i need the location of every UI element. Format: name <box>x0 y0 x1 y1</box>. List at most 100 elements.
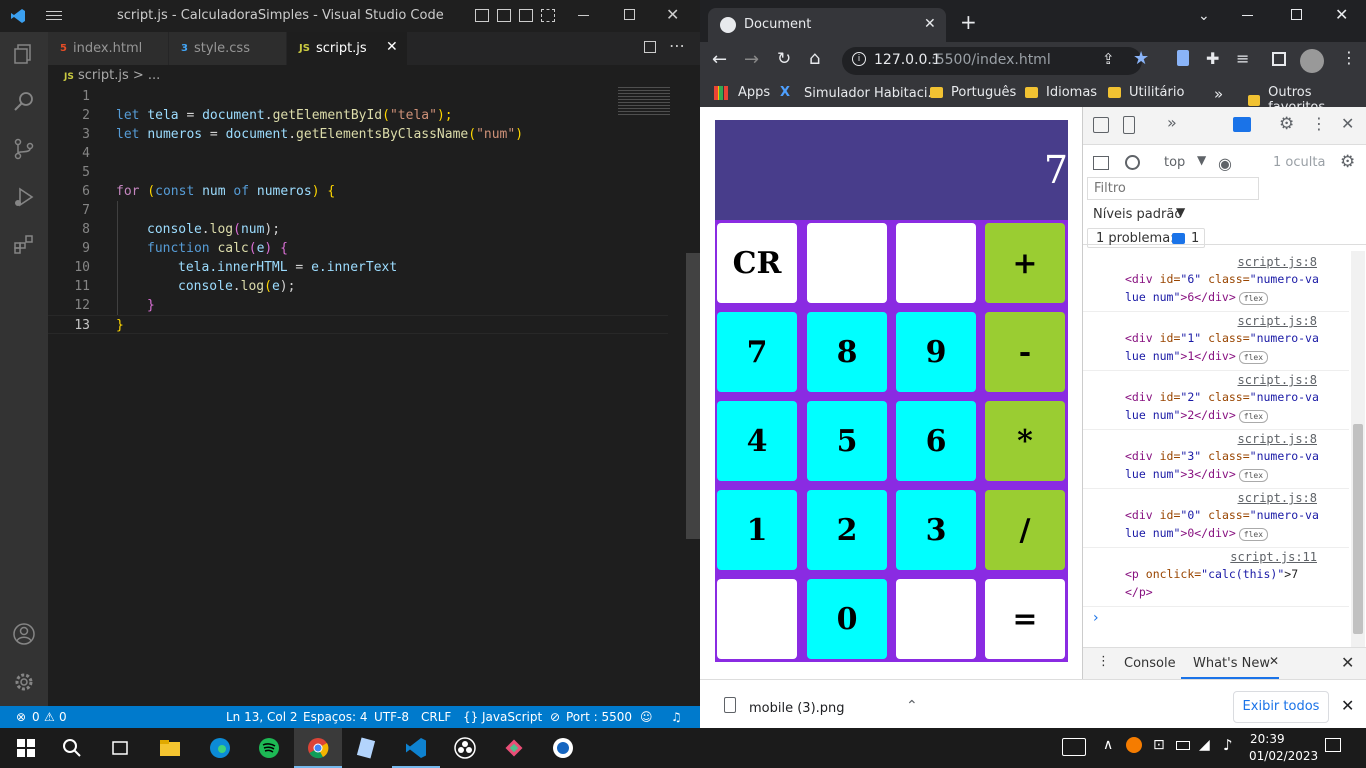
calc-key[interactable]: CR <box>717 223 797 303</box>
errors-count[interactable]: 0 <box>32 710 40 724</box>
console-log-entry[interactable]: script.js:8 <div id="2" class="numero-va l… <box>1083 371 1349 430</box>
media-control-icon[interactable]: ≡ <box>1236 49 1249 68</box>
calc-key[interactable]: 0 <box>807 579 887 659</box>
search-icon[interactable] <box>60 736 84 760</box>
code-editor[interactable]: 1 2 let tela = document.getElementById("t… <box>48 87 684 706</box>
breadcrumb-file[interactable]: script.js <box>78 68 129 83</box>
customize-layout-icon[interactable] <box>541 9 555 22</box>
tray-device-icon[interactable]: ⊡ <box>1153 737 1165 753</box>
close-drawer-icon[interactable]: ✕ <box>1341 653 1354 672</box>
devtools-settings-icon[interactable]: ⚙ <box>1279 114 1294 134</box>
more-tabs-icon[interactable]: » <box>1167 113 1177 132</box>
console-scrollbar-track[interactable] <box>1351 251 1365 647</box>
chrome-taskbar-button[interactable] <box>294 728 342 768</box>
volume-icon[interactable]: ♪ <box>1223 736 1233 754</box>
calc-key[interactable] <box>896 579 976 659</box>
flex-badge[interactable]: flex <box>1238 410 1269 423</box>
reload-icon[interactable]: ↻ <box>777 49 791 69</box>
source-link[interactable]: script.js:8 <box>1238 432 1317 446</box>
code-line-1[interactable]: 1 <box>48 87 668 106</box>
bookmark-star-icon[interactable]: ★ <box>1133 48 1149 69</box>
search-icon[interactable] <box>12 89 36 113</box>
accounts-icon[interactable] <box>12 622 36 646</box>
calc-key[interactable] <box>896 223 976 303</box>
calc-key[interactable]: 4 <box>717 401 797 481</box>
code-line-7[interactable]: 7 <box>48 201 668 220</box>
issues-chat-icon[interactable] <box>1233 117 1251 132</box>
maximize-icon[interactable] <box>1291 9 1302 20</box>
context-selector[interactable]: top <box>1164 155 1185 170</box>
tab-style-css[interactable]: 3 style.css <box>169 32 286 65</box>
calc-key[interactable]: 8 <box>807 312 887 392</box>
bookmark-apps[interactable]: Apps <box>714 85 770 100</box>
explorer-icon[interactable] <box>12 42 36 66</box>
live-server-port[interactable]: Port : 5500 <box>566 710 632 724</box>
split-editor-icon[interactable] <box>644 41 656 53</box>
code-line-4[interactable]: 4 <box>48 144 668 163</box>
toggle-secondary-sidebar-icon[interactable] <box>519 9 533 22</box>
new-tab-icon[interactable]: + <box>960 12 977 32</box>
calc-key[interactable]: 2 <box>807 490 887 570</box>
source-control-icon[interactable] <box>12 137 36 161</box>
code-line-3[interactable]: 3 let numeros = document.getElementsByCla… <box>48 125 668 144</box>
gitkraken-icon[interactable] <box>502 736 526 760</box>
console-log-entry[interactable]: script.js:11 <p onclick="calc(this)">7 </p… <box>1083 548 1349 607</box>
notifications-bell-icon[interactable]: ♫ <box>671 710 682 724</box>
calc-key[interactable]: 3 <box>896 490 976 570</box>
console-log-entry[interactable]: script.js:8 <div id="6" class="numero-va l… <box>1083 253 1349 312</box>
device-toolbar-icon[interactable] <box>1123 116 1135 134</box>
share-icon[interactable]: ⇪ <box>1102 50 1115 68</box>
editor-scrollbar[interactable] <box>686 253 700 539</box>
source-link[interactable]: script.js:8 <box>1238 255 1317 269</box>
code-line-2[interactable]: 2 let tela = document.getElementById("tel… <box>48 106 668 125</box>
source-link[interactable]: script.js:8 <box>1238 373 1317 387</box>
calc-key[interactable] <box>807 223 887 303</box>
close-window-icon[interactable]: ✕ <box>1335 5 1348 24</box>
back-icon[interactable]: ← <box>712 49 727 70</box>
toggle-sidebar-icon[interactable] <box>475 9 489 22</box>
close-tab-icon[interactable]: ✕ <box>1269 654 1279 668</box>
devtools-menu-icon[interactable]: ⋮ <box>1311 114 1327 133</box>
obs-icon[interactable] <box>453 736 477 760</box>
code-line-13[interactable]: 13} <box>48 315 668 334</box>
bookmark-folder-portugues[interactable]: Português <box>930 85 1016 100</box>
maximize-icon[interactable] <box>624 9 635 20</box>
flex-badge[interactable]: flex <box>1238 351 1269 364</box>
browser-tab[interactable]: Document ✕ <box>708 8 946 42</box>
code-line-5[interactable]: 5 <box>48 163 668 182</box>
inspect-element-icon[interactable] <box>1093 117 1109 133</box>
side-panel-icon[interactable] <box>1272 52 1286 66</box>
minimize-icon[interactable] <box>578 15 589 16</box>
close-tab-icon[interactable]: ✕ <box>386 39 398 55</box>
calc-key[interactable] <box>717 579 797 659</box>
chevron-up-icon[interactable]: ∧ <box>1103 737 1113 753</box>
encoding[interactable]: UTF-8 <box>374 710 409 724</box>
flex-badge[interactable]: flex <box>1238 292 1269 305</box>
feedback-icon[interactable]: ☺ <box>640 710 653 724</box>
extension-icon[interactable] <box>1177 50 1189 66</box>
close-shelf-icon[interactable]: ✕ <box>1341 696 1354 715</box>
calc-key[interactable]: / <box>985 490 1065 570</box>
spotify-icon[interactable] <box>257 736 281 760</box>
extensions-puzzle-icon[interactable]: ✚ <box>1206 49 1219 68</box>
code-line-6[interactable]: 6 for (const num of numeros) { <box>48 182 668 201</box>
keyboard-icon[interactable] <box>1062 738 1086 756</box>
console-settings-icon[interactable]: ⚙ <box>1340 152 1355 172</box>
log-levels-dropdown[interactable]: Níveis padrão <box>1093 207 1182 222</box>
eol[interactable]: CRLF <box>421 710 451 724</box>
chrome-menu-icon[interactable]: ⋮ <box>1341 48 1357 67</box>
avatar[interactable] <box>1300 49 1324 73</box>
calc-key[interactable]: + <box>985 223 1065 303</box>
edge-icon[interactable] <box>208 736 232 760</box>
console-log-entry[interactable]: script.js:8 <div id="3" class="numero-va l… <box>1083 430 1349 489</box>
tray-avast-icon[interactable] <box>1126 737 1142 753</box>
settings-gear-icon[interactable] <box>12 670 36 694</box>
tab-script-js[interactable]: JS script.js ✕ <box>287 32 407 65</box>
code-line-8[interactable]: 8 console.log(num); <box>48 220 668 239</box>
close-devtools-icon[interactable]: ✕ <box>1341 114 1354 133</box>
task-view-icon[interactable] <box>108 736 132 760</box>
chevron-up-icon[interactable]: ⌃ <box>906 698 918 714</box>
site-info-icon[interactable]: i <box>852 52 866 66</box>
tab-index-html[interactable]: 5 index.html <box>48 32 168 65</box>
minimize-icon[interactable] <box>1242 15 1253 16</box>
